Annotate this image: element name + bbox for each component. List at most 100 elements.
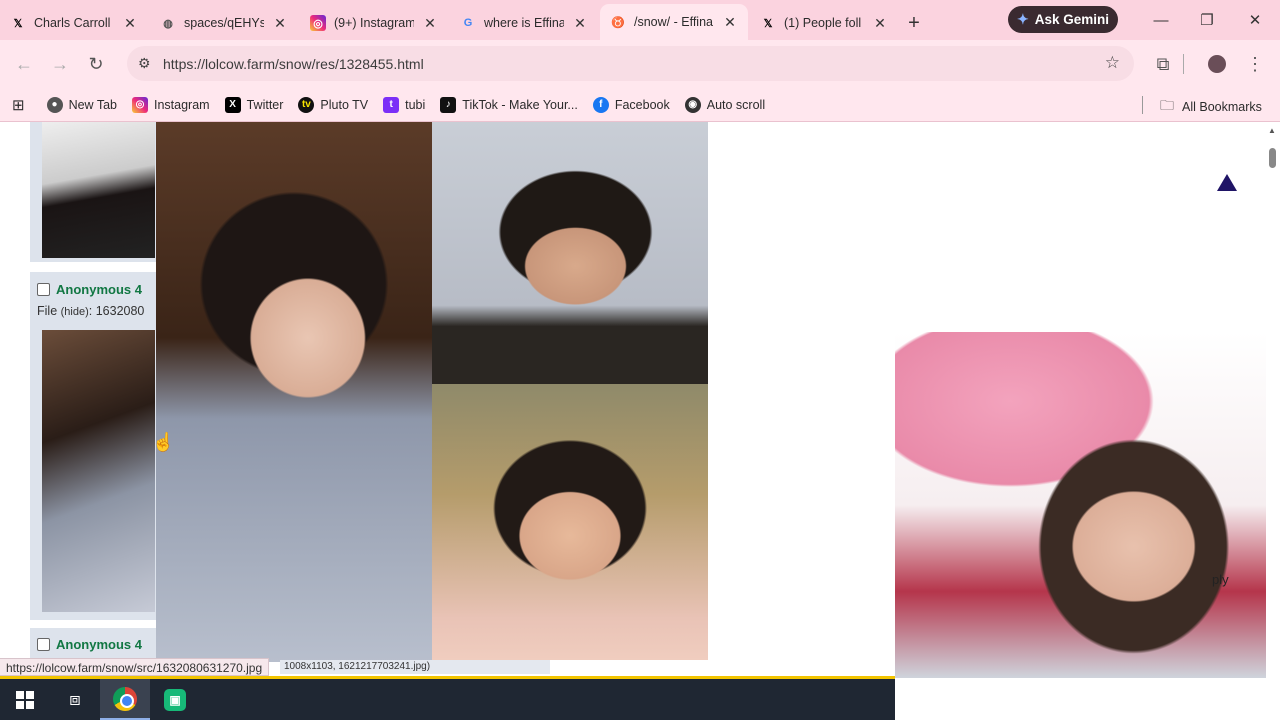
ask-gemini-button[interactable]: ✦ Ask Gemini <box>1008 6 1118 33</box>
facebook-icon: f <box>592 96 609 113</box>
bookmark-label: tubi <box>405 97 426 112</box>
scroll-thumb[interactable] <box>1269 148 1276 168</box>
bookmark-twitter[interactable]: X Twitter <box>224 96 283 113</box>
folder-icon: 🗀 <box>1160 97 1174 113</box>
bookmarks-bar: ⊞ ● New Tab ◎ Instagram X Twitter tv Plu… <box>0 88 1280 122</box>
close-icon[interactable]: ✕ <box>722 14 738 31</box>
post-anonymous-4: Anonymous 4 File (hide): 1632080 <box>30 272 158 620</box>
windows-logo-icon <box>16 690 34 709</box>
tab-title: where is Effina <box>484 16 564 30</box>
tab-2[interactable]: ◎ (9+) Instagram ✕ <box>300 6 448 40</box>
menu-kebab-icon[interactable]: ⋮ <box>1237 46 1273 82</box>
tab-title: spaces/qEHYs <box>184 16 264 30</box>
file-info: File (hide): 1632080 <box>37 304 145 318</box>
post-thumbnail[interactable] <box>42 122 155 258</box>
instagram-icon: ◎ <box>132 96 148 113</box>
browser-toolbar: ← → ↻ ⚙ https://lolcow.farm/snow/res/132… <box>0 40 1280 88</box>
new-tab-button[interactable]: + <box>900 6 928 40</box>
bookmark-tiktok[interactable]: ♪ TikTok - Make Your... <box>440 96 578 113</box>
post-checkbox[interactable] <box>37 638 50 651</box>
bookmark-auto-scroll[interactable]: ◉ Auto scroll <box>684 96 766 113</box>
tubi-icon: t <box>383 96 400 113</box>
tab-0[interactable]: 𝕏 Charls Carroll ✕ <box>0 6 148 40</box>
expanded-image-school-portrait[interactable] <box>432 122 708 384</box>
page-content: Anonymous 4 File (hide): 1632080 Anonymo… <box>0 122 1280 678</box>
chrome-taskbar-button[interactable] <box>100 679 150 720</box>
bookmarks-divider <box>1142 96 1143 114</box>
file-id: 1632080 <box>95 304 145 318</box>
all-bookmarks-button[interactable]: 🗀 All Bookmarks <box>1160 95 1262 119</box>
tab-title: /snow/ - Effina <box>634 15 713 29</box>
scroll-up-arrow-icon[interactable]: ▲ <box>1268 126 1276 135</box>
post-thumbnail[interactable] <box>42 330 155 612</box>
bookmark-label: Facebook <box>614 97 670 112</box>
cow-icon: ♉ <box>611 16 625 29</box>
close-icon[interactable]: ✕ <box>422 15 438 32</box>
url-text: https://lolcow.farm/snow/res/1328455.htm… <box>163 55 424 72</box>
bookmark-tubi[interactable]: t tubi <box>383 96 426 113</box>
gemini-label: Ask Gemini <box>1034 12 1109 27</box>
site-info-icon[interactable]: ⚙ <box>138 55 151 72</box>
google-icon: G <box>463 17 473 29</box>
post-checkbox[interactable] <box>37 283 50 296</box>
expanded-image-toddler[interactable] <box>156 122 432 662</box>
bookmark-label: New Tab <box>68 97 117 112</box>
bookmark-label: Pluto TV <box>320 97 369 112</box>
task-view-icon: ⧈ <box>69 689 81 709</box>
task-view-button[interactable]: ⧈ <box>50 679 100 720</box>
close-icon[interactable]: ✕ <box>872 15 888 32</box>
scroll-to-top-icon[interactable] <box>1217 174 1237 191</box>
auto-scroll-icon: ◉ <box>684 96 701 113</box>
x-icon: X <box>224 96 241 113</box>
app-taskbar-button[interactable]: ▣ <box>150 679 200 720</box>
restore-button[interactable]: ❐ <box>1184 0 1230 40</box>
chrome-icon <box>113 686 137 711</box>
tab-4-active[interactable]: ♉ /snow/ - Effina ✕ <box>600 4 748 40</box>
tab-title: (1) People foll <box>784 16 862 30</box>
hand-cursor-icon: ☝ <box>152 432 175 452</box>
close-icon[interactable]: ✕ <box>272 15 288 32</box>
all-bookmarks-label: All Bookmarks <box>1182 100 1262 114</box>
chrome-icon: ● <box>46 96 63 113</box>
tab-1[interactable]: ◍ spaces/qEHYs ✕ <box>150 6 298 40</box>
gemini-sparkle-icon: ✦ <box>1016 11 1029 27</box>
apps-grid-icon[interactable]: ⊞ <box>12 96 25 114</box>
tiktok-icon: ♪ <box>440 96 457 113</box>
toolbar-divider <box>1183 54 1184 74</box>
poster-name: Anonymous 4 <box>56 637 142 652</box>
bookmark-pluto-tv[interactable]: tv Pluto TV <box>298 96 369 113</box>
expanded-image-headband-portrait[interactable] <box>432 384 708 660</box>
bookmark-star-icon[interactable]: ☆ <box>1105 53 1120 73</box>
scrollbar[interactable]: ▲ <box>1266 122 1280 678</box>
tab-title: (9+) Instagram <box>334 16 414 30</box>
reply-text-fragment[interactable]: ply <box>1212 572 1229 587</box>
tab-3[interactable]: G where is Effina ✕ <box>450 6 598 40</box>
bookmark-instagram[interactable]: ◎ Instagram <box>132 96 210 113</box>
bookmark-facebook[interactable]: f Facebook <box>592 96 670 113</box>
minimize-button[interactable]: — <box>1138 0 1184 40</box>
close-icon[interactable]: ✕ <box>122 15 138 32</box>
address-bar[interactable]: ⚙ https://lolcow.farm/snow/res/1328455.h… <box>127 46 1134 81</box>
reload-button[interactable]: ↻ <box>78 46 114 82</box>
close-window-button[interactable]: ✕ <box>1232 0 1278 40</box>
webcam-overlay <box>895 332 1280 678</box>
tab-5[interactable]: 𝕏 (1) People foll ✕ <box>750 6 898 40</box>
pluto-tv-icon: tv <box>298 96 315 113</box>
close-icon[interactable]: ✕ <box>572 15 588 32</box>
profile-avatar[interactable] <box>1199 46 1235 82</box>
back-button[interactable]: ← <box>6 46 42 82</box>
bookmark-label: TikTok - Make Your... <box>462 97 578 112</box>
bookmark-label: Auto scroll <box>706 97 766 112</box>
instagram-icon: ◎ <box>310 15 326 31</box>
start-button[interactable] <box>0 679 50 720</box>
bookmark-new-tab[interactable]: ● New Tab <box>46 96 117 113</box>
windows-taskbar: ⧈ ▣ <box>0 679 895 720</box>
extensions-icon[interactable]: ⧉ <box>1145 46 1181 82</box>
image-info-text: 1008x1103, 1621217703241.jpg) <box>280 660 550 674</box>
hide-link[interactable]: (hide) <box>61 306 89 318</box>
tab-title: Charls Carroll <box>34 16 111 30</box>
green-app-icon: ▣ <box>164 688 186 711</box>
x-icon: 𝕏 <box>763 17 773 30</box>
globe-icon: ◍ <box>163 17 173 30</box>
forward-button[interactable]: → <box>42 46 78 82</box>
